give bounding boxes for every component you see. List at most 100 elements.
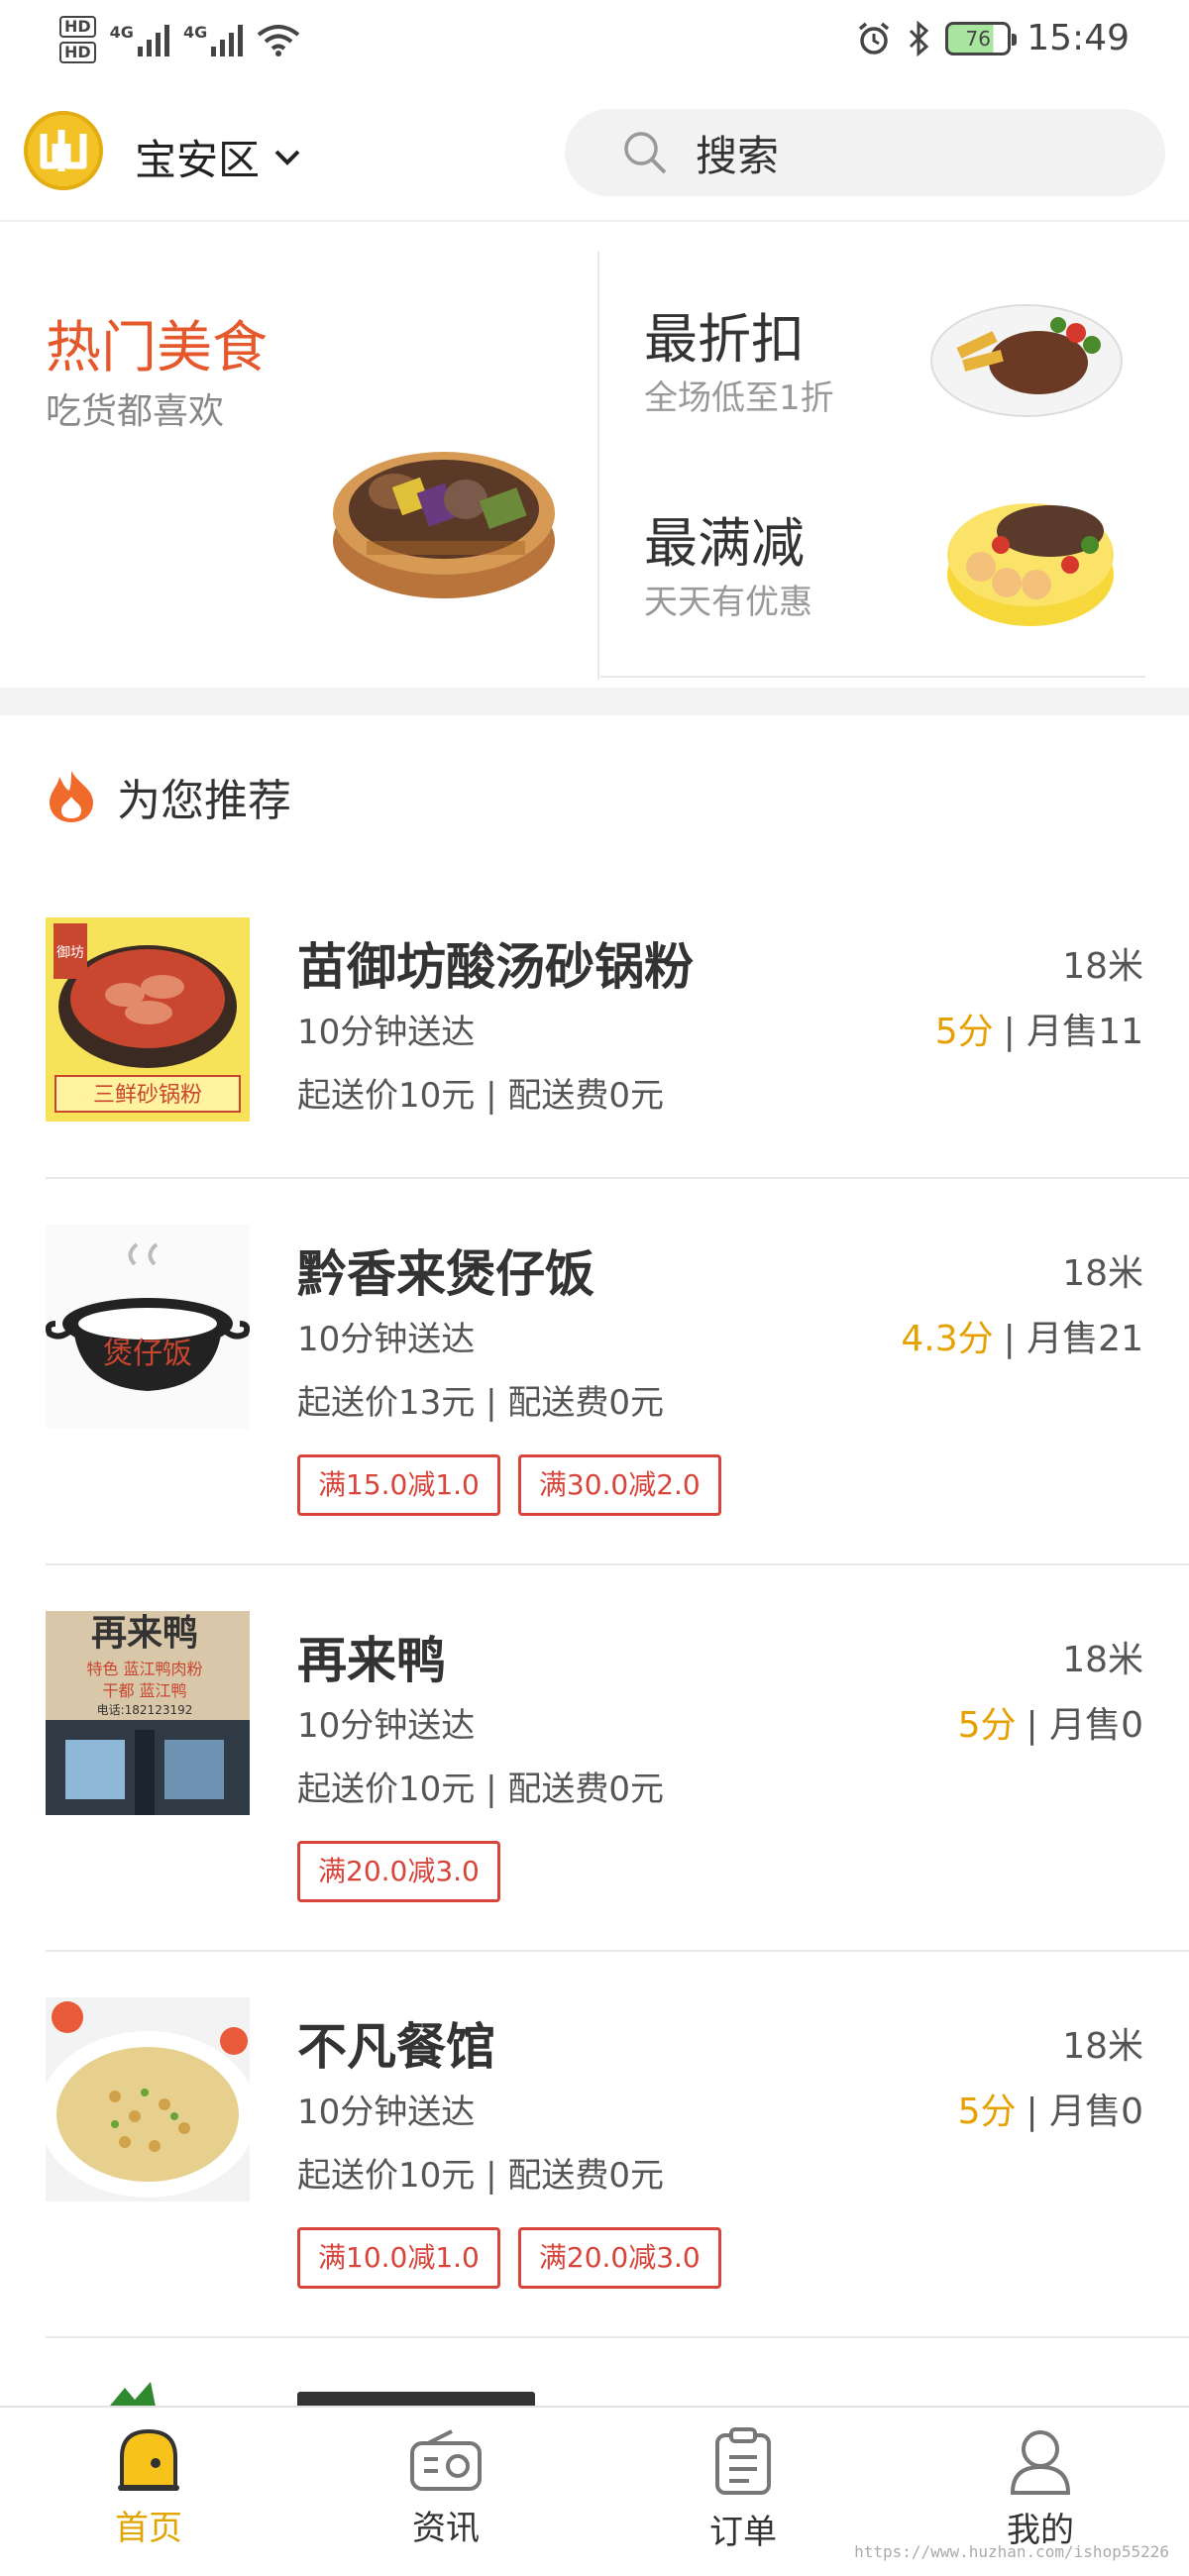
shop-rating: 4.3分 | 月售21 [901, 1310, 1143, 1361]
promo-hot-title: 热门美食 [46, 316, 268, 380]
shop-image-logo-text: 煲仔饭 [103, 1337, 192, 1371]
signal-bars-icon [211, 23, 244, 56]
signal-2: 4G [182, 23, 244, 56]
shop-score: 5分 [934, 1012, 994, 1052]
clipboard-icon [715, 2427, 771, 2495]
shop-card[interactable]: 不凡餐馆 18米 10分钟送达 5分 | 月售0 起送价10元 | 配送费0元 … [0, 1952, 1189, 2338]
shop-card[interactable]: 三鲜砂锅粉 御坊 苗御坊酸汤砂锅粉 18米 10分钟送达 5分 | 月售11 起… [0, 892, 1189, 1179]
hd-badge: HD [59, 16, 96, 38]
recommend-title: 为您推荐 [117, 776, 291, 826]
tab-news[interactable]: 资讯 [367, 2427, 525, 2549]
location-selector[interactable]: 宝安区 [135, 127, 301, 187]
search-icon [624, 132, 667, 174]
home-icon [118, 2428, 179, 2491]
network-type: 4G [109, 23, 134, 42]
hd-indicators: HD HD [59, 16, 96, 63]
shop-image-sign-sub: 干都 蓝江鸭 [102, 1681, 186, 1700]
shop-image-sign: 再来鸭 [91, 1613, 198, 1654]
cake-image [947, 503, 1114, 626]
shop-score: 5分 [957, 2092, 1017, 2132]
battery-level: 76 [965, 26, 991, 51]
promo-badges: 满15.0减1.0 满30.0减2.0 [297, 1454, 721, 1516]
shop-score: 5分 [957, 1705, 1017, 1746]
promo-discount-subtitle: 全场低至1折 [644, 378, 834, 418]
shop-distance: 18米 [1062, 2026, 1143, 2067]
shop-name: 苗御坊酸汤砂锅粉 [297, 938, 694, 996]
discount-badge: 满30.0减2.0 [517, 1454, 721, 1516]
alarm-icon [859, 22, 890, 54]
tab-news-label: 资讯 [412, 2509, 480, 2548]
shop-name: 不凡餐馆 [297, 2018, 495, 2076]
steamer-food-image [333, 452, 555, 598]
shop-card[interactable]: 再来鸭 特色 蓝江鸭肉粉 干都 蓝江鸭 电话:182123192 再来鸭 18米… [0, 1565, 1189, 1952]
shop-fees: 起送价10元 | 配送费0元 [297, 1770, 664, 1809]
location-label: 宝安区 [135, 136, 261, 184]
shop-image-caption: 三鲜砂锅粉 [93, 1083, 202, 1108]
shop-delivery-time: 10分钟送达 [297, 1320, 476, 1359]
shop-image-sign-sub: 特色 蓝江鸭肉粉 [86, 1660, 202, 1678]
shop-image-tag: 御坊 [56, 945, 84, 961]
network-type: 4G [182, 23, 208, 42]
shop-distance: 18米 [1062, 1640, 1143, 1680]
promo-badges: 满10.0减1.0 满20.0减3.0 [297, 2227, 721, 2289]
shop-image-phone: 电话:182123192 [97, 1703, 193, 1717]
app-logo[interactable] [24, 111, 103, 190]
shop-thumbnail: 煲仔饭 [46, 1225, 250, 1429]
tab-home-label: 首页 [115, 2509, 182, 2548]
shop-image-storefront: 再来鸭 特色 蓝江鸭肉粉 干都 蓝江鸭 电话:182123192 [46, 1611, 250, 1815]
promo-divider [600, 676, 1145, 678]
shop-name-partial [297, 2392, 535, 2406]
shop-score: 4.3分 [901, 1319, 994, 1359]
user-icon [1010, 2430, 1071, 2495]
tab-orders[interactable]: 订单 [664, 2427, 822, 2553]
tab-profile[interactable]: 我的 [961, 2427, 1120, 2551]
shop-thumbnail-partial [110, 2382, 156, 2406]
shop-card[interactable]: 煲仔饭 黔香来煲仔饭 18米 10分钟送达 4.3分 | 月售21 起送价13元… [0, 1179, 1189, 1565]
chevron-down-icon [274, 150, 300, 165]
recommend-header: 为您推荐 [46, 765, 291, 828]
section-gap [0, 688, 1189, 715]
shop-delivery-time: 10分钟送达 [297, 1013, 476, 1052]
shop-name: 再来鸭 [297, 1632, 446, 1689]
wifi-icon [257, 25, 300, 56]
tab-orders-label: 订单 [709, 2513, 777, 2552]
shop-distance: 18米 [1062, 946, 1143, 987]
radio-icon [410, 2429, 482, 2491]
shop-rating: 5分 | 月售11 [935, 1003, 1143, 1054]
shop-monthly-sales: | 月售0 [1026, 1705, 1143, 1746]
bluetooth-icon [910, 20, 929, 56]
logo-mark-icon [40, 130, 87, 171]
tab-home[interactable]: 首页 [69, 2427, 228, 2549]
promo-divider [597, 252, 599, 680]
shop-thumbnail: 再来鸭 特色 蓝江鸭肉粉 干都 蓝江鸭 电话:182123192 [46, 1611, 250, 1815]
shop-delivery-time: 10分钟送达 [297, 2093, 476, 2132]
status-bar: HD HD 4G 4G 76 15:49 [0, 0, 1189, 89]
shop-image-fried-rice [46, 1997, 250, 2201]
promo-section: 热门美食 吃货都喜欢 最折扣 全场低至1折 最满减 天天有优惠 [0, 224, 1189, 688]
shop-distance: 18米 [1062, 1253, 1143, 1294]
shop-thumbnail [46, 1997, 250, 2201]
shop-card-partial[interactable] [0, 2338, 1189, 2406]
shop-image-sandpot: 三鲜砂锅粉 御坊 [46, 917, 250, 1122]
shop-fees: 起送价10元 | 配送费0元 [297, 1076, 664, 1116]
search-placeholder: 搜索 [696, 131, 780, 180]
steak-plate-image [930, 304, 1123, 417]
promo-hot-subtitle: 吃货都喜欢 [46, 391, 225, 432]
discount-badge: 满20.0减3.0 [517, 2227, 721, 2289]
shop-image-claypot-logo: 煲仔饭 [46, 1225, 250, 1429]
signal-1: 4G [110, 23, 169, 56]
battery-icon: 76 [945, 21, 1018, 55]
search-bar[interactable]: 搜索 [565, 109, 1165, 196]
promo-full-reduction-subtitle: 天天有优惠 [644, 583, 812, 622]
promo-discount-title: 最折扣 [644, 308, 805, 371]
shop-monthly-sales: | 月售11 [1003, 1012, 1143, 1052]
shop-fees: 起送价10元 | 配送费0元 [297, 2156, 664, 2196]
top-header: 宝安区 搜索 [0, 99, 1189, 222]
watermark: https://www.huzhan.com/ishop55226 [854, 2542, 1169, 2561]
promo-hot-card[interactable]: 热门美食 吃货都喜欢 [0, 224, 594, 688]
shop-thumbnail: 三鲜砂锅粉 御坊 [46, 917, 250, 1122]
shop-fees: 起送价13元 | 配送费0元 [297, 1383, 664, 1423]
promo-badges: 满20.0减3.0 [297, 1841, 500, 1902]
discount-badge: 满20.0减3.0 [297, 1841, 500, 1902]
status-left: HD HD 4G 4G [59, 16, 300, 63]
